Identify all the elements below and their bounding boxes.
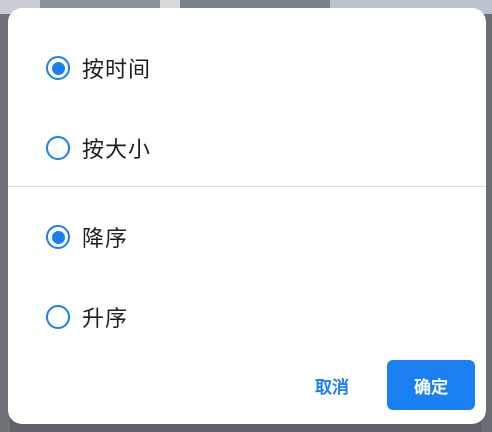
sort-by-size-option[interactable]: 按大小 <box>46 128 151 168</box>
order-ascending-option[interactable]: 升序 <box>46 297 128 337</box>
radio-checked-icon[interactable] <box>46 225 70 249</box>
option-label: 升序 <box>82 307 129 332</box>
radio-unchecked-icon[interactable] <box>46 136 70 160</box>
section-divider <box>8 186 486 187</box>
sort-dialog: 按时间 按大小 降序 升序 取消 确定 <box>8 8 486 424</box>
radio-unchecked-icon[interactable] <box>46 305 70 329</box>
order-descending-option[interactable]: 降序 <box>46 217 128 257</box>
sort-by-time-option[interactable]: 按时间 <box>46 48 151 88</box>
option-label: 按时间 <box>82 58 152 83</box>
confirm-button[interactable]: 确定 <box>387 360 475 410</box>
cancel-button[interactable]: 取消 <box>304 365 360 405</box>
radio-checked-icon[interactable] <box>46 56 70 80</box>
option-label: 按大小 <box>82 138 152 163</box>
option-label: 降序 <box>82 227 129 252</box>
